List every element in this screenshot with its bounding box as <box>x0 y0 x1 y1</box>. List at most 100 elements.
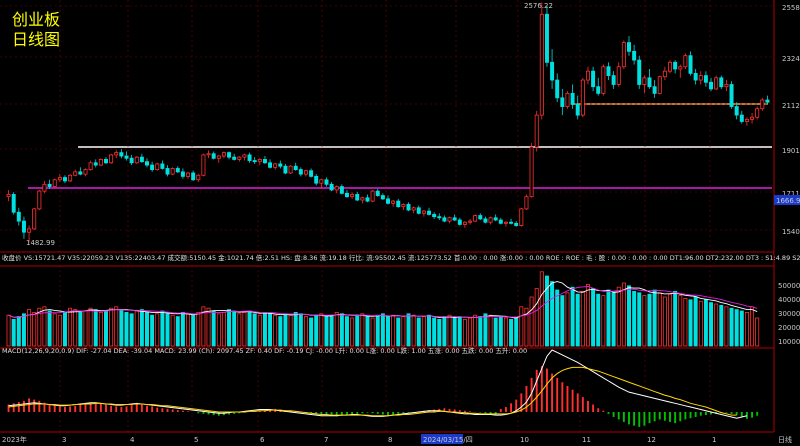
candle[interactable] <box>442 217 447 222</box>
candle[interactable] <box>411 207 416 211</box>
candle[interactable] <box>478 215 483 220</box>
candle[interactable] <box>698 75 703 81</box>
candle[interactable] <box>129 157 134 164</box>
candle[interactable] <box>186 172 191 177</box>
candle[interactable] <box>596 86 601 94</box>
candle[interactable] <box>42 183 47 192</box>
candle[interactable] <box>544 13 549 63</box>
candle[interactable] <box>227 152 232 158</box>
candle[interactable] <box>298 169 303 175</box>
candle[interactable] <box>473 215 478 222</box>
candle[interactable] <box>278 163 283 167</box>
candle[interactable] <box>6 194 11 198</box>
candle[interactable] <box>257 159 262 163</box>
candle[interactable] <box>709 81 714 90</box>
candle[interactable] <box>673 61 678 70</box>
candle[interactable] <box>391 200 396 204</box>
candle[interactable] <box>688 55 693 74</box>
candle[interactable] <box>27 228 32 233</box>
candle[interactable] <box>678 66 683 70</box>
candle[interactable] <box>729 84 734 107</box>
candle[interactable] <box>765 99 770 103</box>
candle[interactable] <box>642 77 647 85</box>
candle[interactable] <box>11 194 16 213</box>
candle[interactable] <box>37 190 42 210</box>
candle[interactable] <box>103 159 108 164</box>
candle[interactable] <box>627 42 631 52</box>
candle[interactable] <box>344 192 349 198</box>
candle[interactable] <box>252 160 257 163</box>
candle[interactable] <box>150 164 155 170</box>
candle[interactable] <box>514 222 519 226</box>
candle[interactable] <box>47 183 52 187</box>
candle[interactable] <box>370 190 375 202</box>
candle[interactable] <box>247 154 252 161</box>
candle[interactable] <box>180 171 185 177</box>
candle[interactable] <box>416 207 421 214</box>
candle[interactable] <box>165 168 170 175</box>
candle[interactable] <box>493 217 498 221</box>
candle[interactable] <box>406 204 411 211</box>
candle[interactable] <box>724 84 729 88</box>
candle[interactable] <box>539 13 544 116</box>
candle[interactable] <box>21 220 26 233</box>
candle[interactable] <box>534 114 539 148</box>
candle[interactable] <box>139 156 144 163</box>
candle[interactable] <box>124 155 129 159</box>
candle[interactable] <box>462 221 467 225</box>
candle[interactable] <box>221 152 226 157</box>
candle[interactable] <box>734 106 739 116</box>
candle[interactable] <box>575 104 580 116</box>
candle[interactable] <box>637 59 642 85</box>
candle[interactable] <box>632 50 637 61</box>
candle[interactable] <box>273 163 278 168</box>
candle[interactable] <box>155 163 160 170</box>
candle[interactable] <box>170 168 175 175</box>
candle[interactable] <box>760 99 765 110</box>
candle[interactable] <box>350 194 355 198</box>
candle[interactable] <box>303 170 308 175</box>
candle[interactable] <box>519 208 524 226</box>
candle[interactable] <box>93 162 98 166</box>
candle[interactable] <box>355 194 360 201</box>
candle[interactable] <box>488 217 493 223</box>
candle[interactable] <box>16 211 21 222</box>
candle[interactable] <box>652 86 657 94</box>
candle[interactable] <box>62 177 67 182</box>
candle[interactable] <box>309 170 314 177</box>
candle[interactable] <box>714 77 719 90</box>
candle[interactable] <box>585 70 590 81</box>
candle[interactable] <box>160 163 165 169</box>
candle[interactable] <box>529 146 534 198</box>
candle[interactable] <box>119 152 124 157</box>
candle[interactable] <box>88 162 93 170</box>
candle[interactable] <box>421 210 426 214</box>
candle[interactable] <box>457 219 462 225</box>
candle[interactable] <box>216 155 221 159</box>
candle[interactable] <box>683 55 688 68</box>
candle[interactable] <box>57 177 62 181</box>
candle[interactable] <box>427 210 432 215</box>
candle[interactable] <box>232 156 237 160</box>
candle[interactable] <box>237 156 242 160</box>
candle[interactable] <box>498 219 503 224</box>
candle[interactable] <box>339 186 344 194</box>
candle[interactable] <box>98 159 103 166</box>
candle[interactable] <box>606 66 611 77</box>
candle[interactable] <box>611 75 616 85</box>
candle[interactable] <box>601 66 606 94</box>
candle[interactable] <box>662 70 667 78</box>
candle[interactable] <box>375 190 380 196</box>
candle[interactable] <box>196 174 201 181</box>
candle[interactable] <box>268 162 273 168</box>
candle[interactable] <box>616 66 621 85</box>
candle[interactable] <box>334 186 339 191</box>
candle[interactable] <box>452 217 457 221</box>
candle[interactable] <box>565 92 570 107</box>
candle[interactable] <box>242 154 247 158</box>
candle[interactable] <box>73 171 78 176</box>
candle[interactable] <box>145 161 149 166</box>
candle[interactable] <box>524 196 529 210</box>
candle[interactable] <box>739 114 744 122</box>
candle[interactable] <box>365 197 370 202</box>
